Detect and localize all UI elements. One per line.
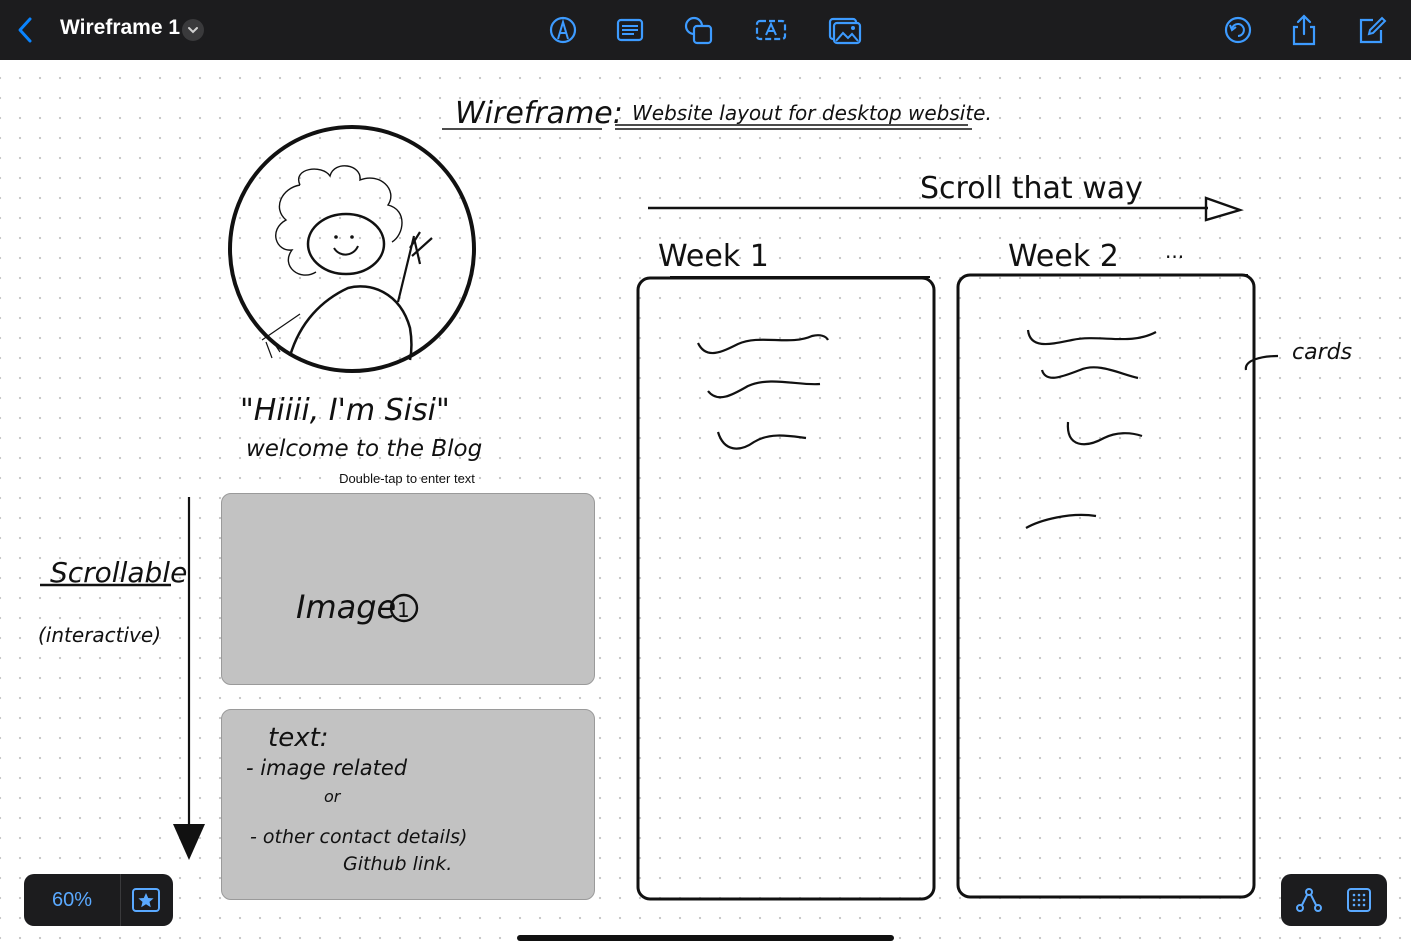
week1-scribble-3	[716, 431, 807, 450]
week2-label: Week 2	[1008, 239, 1119, 274]
document-title[interactable]: Wireframe 1	[60, 16, 180, 40]
toolbar: Wireframe 1	[0, 0, 1411, 60]
avatar-drawing	[228, 125, 476, 373]
ellipsis-label: ...	[1165, 239, 1184, 263]
zoom-divider	[120, 874, 121, 926]
image-card-label: Image	[296, 588, 396, 626]
home-indicator[interactable]	[517, 935, 894, 941]
text-card-line3: - other contact details)	[250, 826, 467, 848]
week2-scribble-4	[1025, 513, 1097, 529]
text-card-line4: Github link.	[343, 853, 452, 875]
scroll-arrow-head	[1204, 196, 1244, 222]
undo-icon[interactable]	[1220, 12, 1256, 48]
image-card-number: 1	[397, 598, 410, 622]
interactive-label: (interactive)	[38, 623, 161, 647]
back-chevron-icon[interactable]	[8, 12, 44, 48]
star-icon[interactable]	[130, 884, 162, 916]
heading-right: Website layout for desktop website.	[632, 101, 992, 125]
zoom-control: 60%	[24, 874, 173, 926]
chevron-down-icon[interactable]	[182, 19, 204, 41]
pen-icon[interactable]	[545, 12, 581, 48]
zoom-level[interactable]: 60%	[24, 874, 120, 926]
heading-underline-right	[615, 124, 972, 130]
cards-label: cards	[1292, 340, 1352, 365]
week1-card	[636, 276, 936, 901]
grid-icon[interactable]	[1343, 884, 1375, 916]
week2-scribble-2	[1040, 366, 1139, 380]
heading-left: Wireframe:	[455, 96, 623, 131]
greeting-line1: "Hiiii, I'm Sisi"	[240, 393, 450, 428]
shapes-icon[interactable]	[681, 12, 717, 48]
week2-scribble-1	[1026, 329, 1157, 346]
greeting-line2: welcome to the Blog	[246, 436, 482, 462]
text-card-title: text:	[268, 723, 329, 753]
text-entry-hint[interactable]: Double-tap to enter text	[316, 471, 498, 486]
drawing-canvas[interactable]: Wireframe: Website layout for desktop we…	[0, 60, 1411, 951]
sketch-layer: Wireframe: Website layout for desktop we…	[38, 96, 1352, 901]
compose-icon[interactable]	[1353, 12, 1389, 48]
week2-scribble-3	[1066, 421, 1143, 446]
canvas-tools	[1281, 874, 1387, 926]
text-card-line2: or	[324, 787, 342, 806]
text-box-icon[interactable]	[612, 12, 648, 48]
media-icon[interactable]	[826, 12, 862, 48]
week1-scribble-1	[697, 334, 829, 354]
share-icon[interactable]	[1286, 12, 1322, 48]
scroll-down-arrowhead	[173, 824, 205, 860]
text-card-line1: - image related	[246, 756, 408, 780]
week1-scribble-2	[707, 380, 821, 399]
cards-pointer	[1244, 354, 1279, 371]
connector-icon[interactable]	[1293, 884, 1325, 916]
week1-label: Week 1	[658, 239, 769, 274]
text-insert-icon[interactable]	[753, 12, 789, 48]
scroll-label: Scroll that way	[920, 171, 1143, 206]
